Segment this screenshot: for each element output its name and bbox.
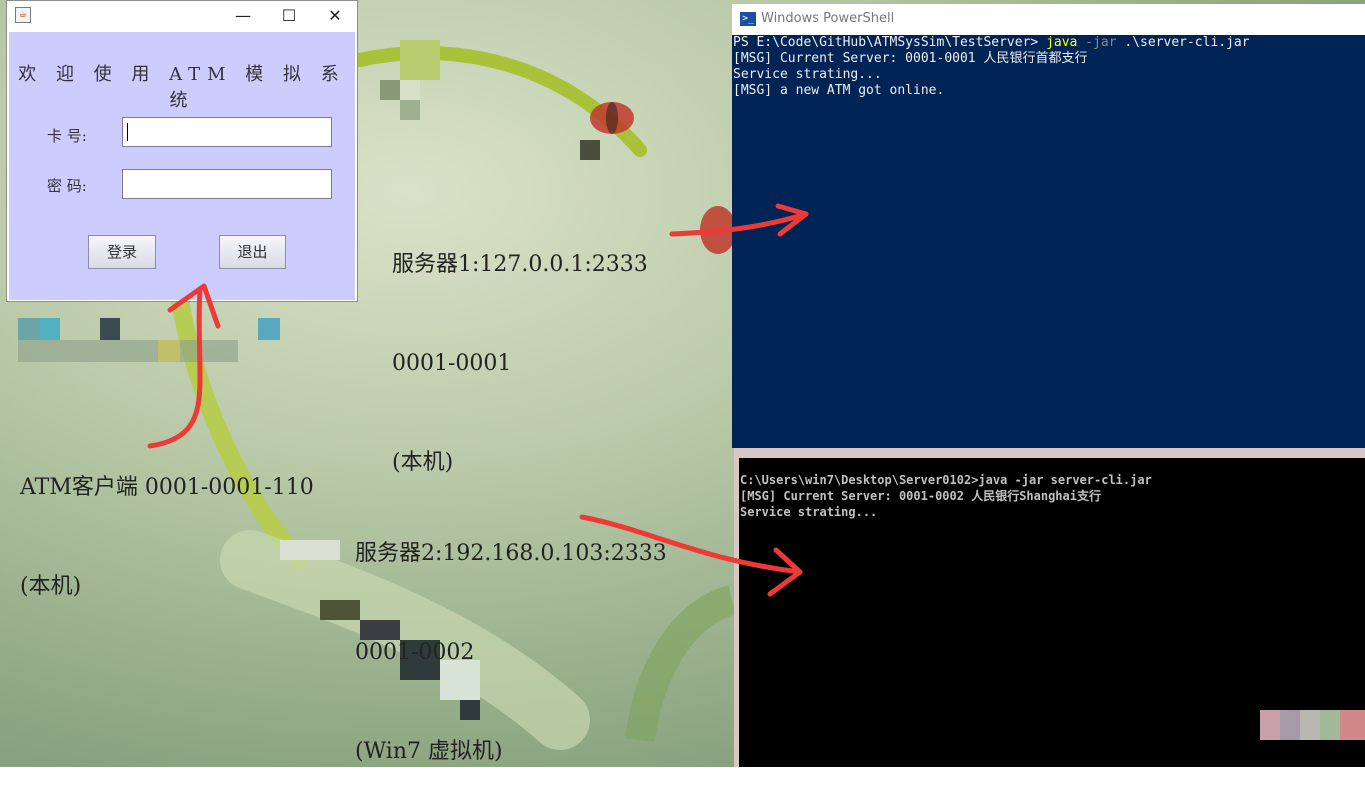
console-line: C:\Users\win7\Desktop\Server0102>java -j… — [740, 473, 1152, 487]
minimize-button[interactable]: — — [220, 1, 266, 30]
client-annotation: ATM客户端 0001-0001-110 (本机) — [20, 405, 314, 636]
console-line: [MSG] Current Server: 0001-0001 人民银行首都支行 — [733, 51, 1088, 66]
server1-id: 0001-0001 — [392, 351, 512, 376]
server2-location: (Win7 虚拟机) — [355, 739, 503, 764]
close-button[interactable]: ✕ — [312, 1, 358, 30]
cmd-window: C:\Users\win7\Desktop\Server0102>java -j… — [734, 448, 1365, 767]
console-line: [MSG] Current Server: 0001-0002 人民银行Shan… — [740, 489, 1101, 503]
welcome-heading: 欢 迎 使 用 ATM 模 拟 系 统 — [18, 64, 346, 111]
console-line: Service strating... — [733, 67, 882, 82]
prompt-text: PS E:\Code\GitHub\ATMSysSim\TestServer> — [733, 35, 1047, 50]
console-line: PS E:\Code\GitHub\ATMSysSim\TestServer> … — [732, 35, 1365, 51]
server2-annotation: 服务器2:192.168.0.103:2333 0001-0002 (Win7 … — [355, 471, 667, 801]
client-id: ATM客户端 0001-0001-110 — [20, 475, 314, 500]
text-caret — [127, 123, 128, 141]
password-input[interactable] — [122, 169, 332, 199]
server2-address: 服务器2:192.168.0.103:2333 — [355, 541, 667, 566]
powershell-icon: >_ — [740, 12, 756, 26]
command-keyword: java — [1046, 35, 1078, 50]
java-icon: ☕ — [15, 7, 31, 23]
powershell-console[interactable]: PS E:\Code\GitHub\ATMSysSim\TestServer> … — [732, 35, 1365, 448]
card-number-input[interactable] — [122, 117, 332, 147]
command-flag: -jar — [1077, 35, 1117, 50]
atm-titlebar: ☕ — ☐ ✕ — [7, 1, 357, 30]
powershell-titlebar: >_ Windows PowerShell — [732, 4, 1365, 36]
server1-address: 服务器1:127.0.0.1:2333 — [392, 252, 648, 277]
password-label: 密 码: — [47, 177, 87, 195]
client-location: (本机) — [20, 574, 82, 599]
login-button[interactable]: 登录 — [88, 235, 156, 269]
exit-button[interactable]: 退出 — [219, 235, 286, 269]
console-line: Service strating... — [740, 505, 878, 519]
card-number-label: 卡 号: — [47, 127, 87, 145]
atm-form-panel: 欢 迎 使 用 ATM 模 拟 系 统 卡 号: 密 码: 登录 退出 — [9, 32, 355, 300]
powershell-title: Windows PowerShell — [761, 11, 895, 26]
server2-id: 0001-0002 — [355, 640, 475, 665]
server1-annotation: 服务器1:127.0.0.1:2333 0001-0001 (本机) — [392, 182, 648, 512]
command-argument: .\server-cli.jar — [1116, 35, 1250, 50]
console-line: [MSG] a new ATM got online. — [733, 83, 945, 98]
maximize-button[interactable]: ☐ — [266, 1, 312, 30]
atm-client-window: ☕ — ☐ ✕ 欢 迎 使 用 ATM 模 拟 系 统 卡 号: 密 码: 登录… — [6, 0, 358, 302]
powershell-window: >_ Windows PowerShell PS E:\Code\GitHub\… — [732, 4, 1365, 448]
